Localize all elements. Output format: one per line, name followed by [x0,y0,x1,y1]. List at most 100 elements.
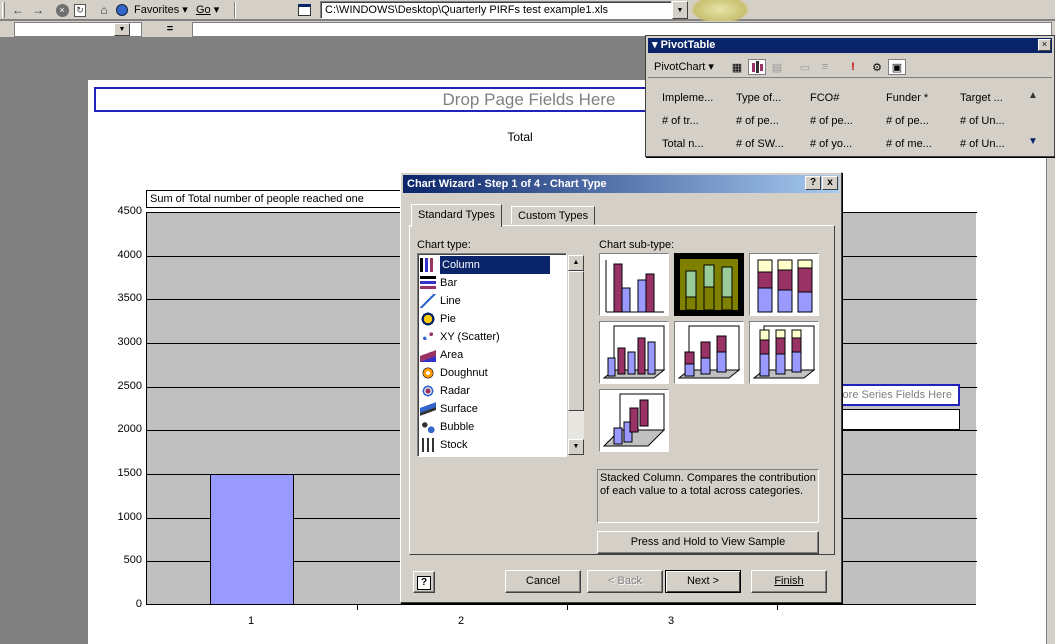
refresh-icon[interactable]: ↻ [72,2,88,18]
pivot-field-button[interactable]: # of pe... [736,115,808,127]
next-button[interactable]: Next > [665,570,741,593]
chart-type-item[interactable]: Pie [420,310,550,328]
pivot-field-button[interactable]: # of Un... [960,138,1032,150]
pivottable-toolbar: ▾ PivotTable × PivotChart ▾ ▦ ▤ ▭ ≡ ! ⚙ … [645,35,1055,157]
pivottable-title-bar[interactable]: ▾ PivotTable [648,38,1052,53]
y-tick-label: 1000 [117,510,142,523]
back-arrow-icon[interactable]: ← [10,2,26,18]
subtype-3d-clustered-column[interactable] [599,321,669,384]
subtype-3d-column[interactable] [599,389,669,452]
pivot-field-button[interactable]: # of tr... [662,115,734,127]
pivot-field-button[interactable]: # of SW... [736,138,808,150]
pivot-field-button[interactable]: Type of... [736,92,808,104]
field-settings-icon[interactable]: ⚙ [868,59,886,75]
forward-arrow-icon[interactable]: → [30,2,46,18]
chart-type-item[interactable]: XY (Scatter) [420,328,550,346]
chart-type-item[interactable]: Surface [420,400,550,418]
chart-type-item[interactable]: Radar [420,382,550,400]
edit-formula-button[interactable]: = [150,22,190,37]
chart-type-label: Doughnut [440,367,488,379]
subtype-stacked-column[interactable] [674,253,744,316]
pivot-field-button[interactable]: FCO# [810,92,882,104]
help-button[interactable]: ? [805,176,821,190]
search-web-icon[interactable] [114,2,130,18]
pivot-field-button[interactable]: Target ... [960,92,1032,104]
pivotchart-menu[interactable]: PivotChart ▾ [654,58,714,76]
dialog-title-bar[interactable]: Chart Wizard - Step 1 of 4 - Chart Type [403,175,839,193]
chart-type-list[interactable]: Column Bar Line Pie XY (Scatter) Area Doughnut… [417,253,584,457]
pivottable-button-row: PivotChart ▾ ▦ ▤ ▭ ≡ ! ⚙ ▣ [648,56,1052,78]
hide-fields-icon[interactable]: ▣ [888,59,906,75]
chart-type-label: Column [439,255,551,275]
chart-type-item[interactable]: Bar [420,274,550,292]
subtype-clustered-column[interactable] [599,253,669,316]
chart-type-label: Line [440,295,461,307]
data-field-button[interactable]: Sum of Total number of people reached on… [146,190,406,208]
chart-type-icon [420,258,436,272]
x-tick-label: 2 [457,615,465,627]
pivottable-close-button[interactable]: × [1038,39,1051,51]
pivot-field-button[interactable]: # of yo... [810,138,882,150]
x-tick-mark [567,605,568,610]
scroll-down-button[interactable]: ▼ [568,439,584,455]
address-dropdown-button[interactable]: ▼ [672,1,688,19]
chart-type-icon [420,312,436,326]
chart-type-item[interactable]: Doughnut [420,364,550,382]
hide-detail-icon[interactable]: ▭ [796,59,814,75]
go-menu[interactable]: Go ▾ [196,3,219,16]
chart-type-label: XY (Scatter) [440,331,500,343]
x-tick-label: 3 [667,615,675,627]
y-tick-label: 4000 [117,248,142,261]
address-input[interactable]: C:\WINDOWS\Desktop\Quarterly PIRFs test … [320,1,672,19]
help-question-icon: ? [417,576,431,590]
refresh-data-icon[interactable]: ! [844,59,862,75]
chart-type-label: Bubble [440,421,475,433]
pivot-field-button[interactable]: Impleme... [662,92,734,104]
dialog-close-button[interactable]: x [822,176,838,190]
chart-type-icon [420,384,436,398]
pivottable-wizard-icon[interactable]: ▤ [768,59,786,75]
pivot-field-button[interactable]: Total n... [662,138,734,150]
field-list-scroll-down-icon[interactable]: ▼ [1028,136,1038,147]
field-list-scroll-up-icon[interactable]: ▲ [1028,90,1038,101]
chart-bar[interactable] [210,474,294,605]
chart-type-item[interactable]: Area [420,346,550,364]
show-only-web-toolbar-icon[interactable] [296,2,312,18]
subtype-100-stacked-column[interactable] [749,253,819,316]
favorites-menu[interactable]: Favorites ▾ [134,3,188,16]
chart-wizard-icon[interactable] [748,59,766,75]
chart-type-label: Chart type: [417,239,471,251]
toolbar-grip[interactable] [2,2,5,18]
chart-type-item[interactable]: Column [420,255,551,275]
name-box-dropdown[interactable]: ▼ [114,23,130,36]
chart-type-label: Radar [440,385,470,397]
subtype-description: Stacked Column. Compares the contributio… [597,469,819,523]
y-tick-label: 3500 [117,292,142,305]
chart-type-scrollbar[interactable]: ▲ ▼ [568,255,584,455]
pivot-field-button[interactable]: # of Un... [960,115,1032,127]
back-button[interactable]: < Back [587,570,663,593]
scroll-thumb[interactable] [568,271,584,411]
pivot-field-button[interactable]: # of pe... [886,115,958,127]
tab-standard-types[interactable]: Standard Types [411,204,502,227]
subtype-3d-stacked-column[interactable] [674,321,744,384]
pivot-field-button[interactable]: # of me... [886,138,958,150]
chart-type-label: Stock [440,439,468,451]
y-tick-label: 3000 [117,336,142,348]
chart-type-item[interactable]: Stock [420,436,550,454]
show-detail-icon[interactable]: ≡ [816,59,834,75]
stop-icon[interactable]: × [54,2,70,18]
tab-custom-types[interactable]: Custom Types [511,206,596,225]
format-report-icon[interactable]: ▦ [728,59,746,75]
subtype-3d-100-stacked-column[interactable] [749,321,819,384]
pivot-field-button[interactable]: # of pe... [810,115,882,127]
chart-type-item[interactable]: Bubble [420,418,550,436]
view-sample-button[interactable]: Press and Hold to View Sample [597,531,819,554]
office-assistant-button[interactable]: ? [413,571,435,593]
chart-type-item[interactable]: Line [420,292,550,310]
scroll-up-button[interactable]: ▲ [568,255,584,271]
finish-button[interactable]: Finish [751,570,827,593]
home-icon[interactable]: ⌂ [96,2,112,18]
pivot-field-button[interactable]: Funder * [886,92,958,104]
cancel-button[interactable]: Cancel [505,570,581,593]
